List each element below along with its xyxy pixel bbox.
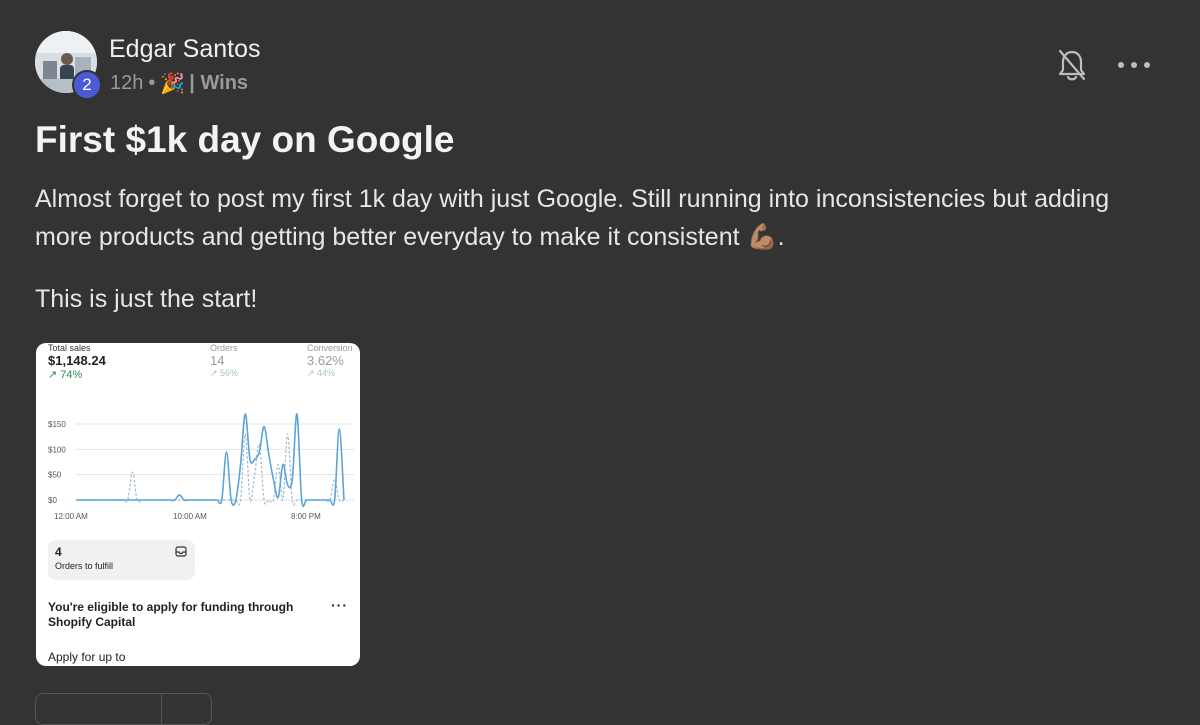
y-tick-label: $0 bbox=[48, 496, 57, 505]
attached-screenshot[interactable]: Total sales $1,148.24 ↗ 74% Orders 14 ↗ … bbox=[36, 343, 360, 666]
stat-total-sales: Total sales $1,148.24 ↗ 74% bbox=[48, 343, 106, 381]
bell-off-icon[interactable] bbox=[1057, 48, 1087, 82]
post-title: First $1k day on Google bbox=[35, 119, 455, 160]
more-options-button[interactable] bbox=[1118, 55, 1150, 75]
post-category[interactable]: | Wins bbox=[189, 72, 248, 95]
more-dot bbox=[1118, 62, 1124, 68]
party-emoji-icon: 🎉 bbox=[160, 73, 186, 95]
apply-text: Apply for up to bbox=[48, 650, 126, 664]
inbox-icon bbox=[175, 546, 187, 557]
reaction-button[interactable] bbox=[35, 693, 212, 725]
post-body-closing: This is just the start! bbox=[35, 285, 258, 313]
x-tick-label: 8:00 PM bbox=[291, 512, 321, 521]
orders-to-fulfill-label: Orders to fulfill bbox=[55, 561, 114, 571]
stat-orders: Orders 14 ↗ 56% bbox=[210, 343, 238, 379]
comparison-series-line bbox=[75, 433, 345, 506]
sales-line-chart: $150 $100 $50 $0 12:00 AM 10:00 AM 8:00 PM bbox=[48, 413, 354, 521]
stat-value: 14 bbox=[210, 353, 225, 368]
stat-change: ↗ 44% bbox=[307, 368, 336, 378]
author-name[interactable]: Edgar Santos bbox=[109, 35, 261, 64]
reaction-divider bbox=[161, 694, 162, 724]
orders-to-fulfill-count: 4 bbox=[55, 545, 62, 559]
x-tick-label: 12:00 AM bbox=[54, 512, 88, 521]
sales-series-line bbox=[75, 413, 345, 508]
capital-title: You're eligible to apply for funding thr… bbox=[48, 600, 294, 629]
level-badge: 2 bbox=[72, 70, 102, 100]
stat-value: $1,148.24 bbox=[48, 353, 106, 368]
more-dot bbox=[1144, 62, 1150, 68]
y-tick-label: $100 bbox=[48, 445, 66, 454]
post-body: Almost forget to post my first 1k day wi… bbox=[35, 185, 1110, 251]
post-meta: 12h • 🎉 | Wins bbox=[110, 71, 248, 96]
x-tick-label: 10:00 AM bbox=[173, 512, 207, 521]
orders-to-fulfill-card[interactable]: 4 Orders to fulfill bbox=[48, 540, 195, 580]
stat-label: Total sales bbox=[48, 343, 91, 353]
stat-change: ↗ 74% bbox=[48, 369, 83, 381]
y-tick-label: $50 bbox=[48, 471, 62, 480]
more-dot bbox=[1131, 62, 1137, 68]
stat-label: Orders bbox=[210, 343, 238, 353]
meta-separator: • bbox=[148, 72, 156, 94]
stat-label: Conversion bbox=[307, 343, 353, 353]
capital-more-button[interactable]: ··· bbox=[331, 597, 348, 613]
y-tick-label: $150 bbox=[48, 420, 66, 429]
stat-value: 3.62% bbox=[307, 353, 344, 368]
post-time: 12h bbox=[110, 72, 144, 94]
stat-conversion: Conversion 3.62% ↗ 44% bbox=[307, 343, 353, 379]
stat-change: ↗ 56% bbox=[210, 368, 239, 378]
